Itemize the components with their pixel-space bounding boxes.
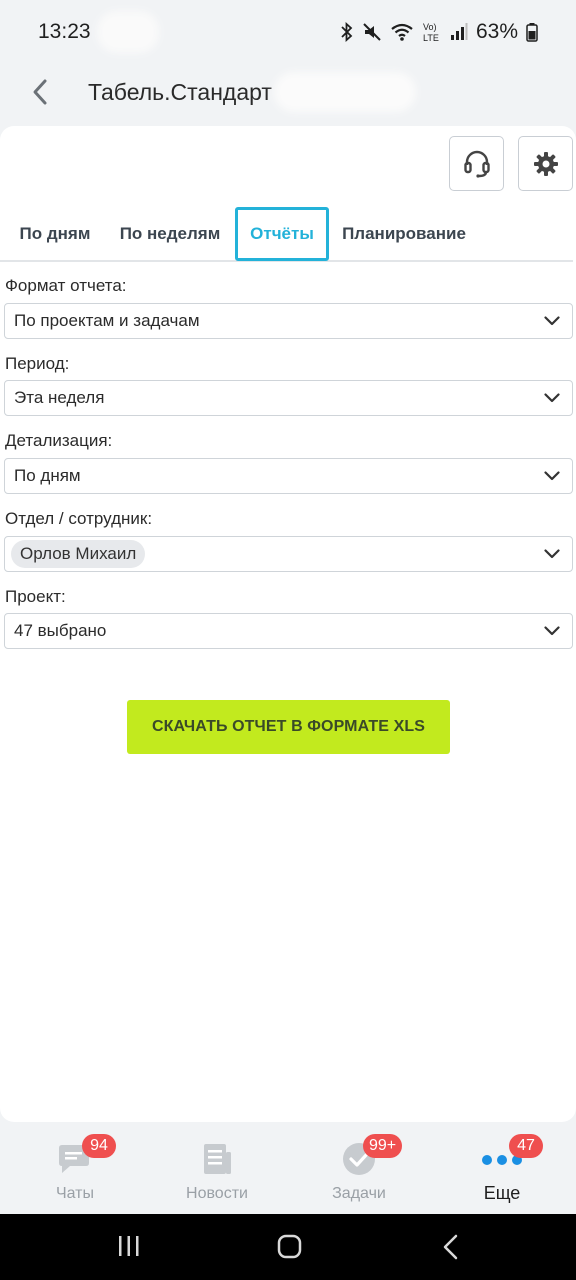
download-xls-button[interactable]: СКАЧАТЬ ОТЧЕТ В ФОРМАТЕ XLS (127, 700, 450, 754)
employee-chip[interactable]: Орлов Михаил (11, 540, 146, 568)
detail-value: По дням (14, 466, 81, 485)
period-value: Эта неделя (14, 388, 105, 407)
system-nav-bar (0, 1214, 576, 1280)
format-value: По проектам и задачам (14, 311, 200, 330)
wifi-icon (390, 22, 414, 42)
app-header: Табель.Стандарт (0, 64, 576, 120)
settings-button[interactable] (518, 136, 573, 191)
more-badge: 47 (509, 1134, 543, 1158)
format-label: Формат отчета: (5, 276, 127, 295)
status-bar: 13:23 Vo) LTE 63% (0, 0, 576, 64)
department-label: Отдел / сотрудник: (5, 509, 153, 528)
nav-label-chats: Чаты (55, 1185, 95, 1202)
tab-by-days[interactable]: По дням (8, 208, 102, 260)
chevron-down-icon (544, 549, 560, 559)
volte-icon: Vo) LTE (422, 21, 442, 43)
nav-item-tasks[interactable]: 99+ Задачи (287, 1126, 431, 1214)
home-icon[interactable] (277, 1234, 303, 1260)
nav-label-news: Новости (186, 1185, 248, 1202)
svg-text:Vo): Vo) (423, 22, 437, 32)
blurred-notification-icons (102, 17, 153, 47)
support-button[interactable] (449, 136, 504, 191)
chevron-left-icon (33, 79, 47, 105)
headset-icon (463, 150, 490, 178)
status-time: 13:23 (38, 20, 91, 43)
detail-label: Детализация: (5, 431, 113, 450)
system-back-icon[interactable] (441, 1234, 461, 1260)
tab-reports[interactable]: Отчёты (235, 207, 329, 261)
mute-icon (362, 22, 382, 42)
gear-icon (533, 151, 558, 176)
chevron-down-icon (544, 626, 560, 636)
project-label: Проект: (5, 587, 66, 606)
format-select[interactable]: По проектам и задачам (4, 303, 573, 339)
signal-icon (450, 23, 468, 41)
blurred-title-suffix (279, 78, 410, 106)
chevron-down-icon (544, 316, 560, 326)
svg-text:LTE: LTE (423, 33, 439, 43)
chevron-down-icon (544, 393, 560, 403)
nav-item-news[interactable]: Новости (145, 1126, 289, 1214)
report-tabs: По дням По неделям Отчёты Планирование (0, 206, 573, 262)
period-label: Период: (5, 354, 70, 373)
bottom-nav: 94 Чаты Новости 99+ Задачи 47 Еще (0, 1126, 576, 1214)
detail-select[interactable]: По дням (4, 458, 573, 494)
page-title: Табель.Стандарт (88, 78, 272, 105)
period-select[interactable]: Эта неделя (4, 380, 573, 416)
bluetooth-icon (340, 22, 354, 42)
chats-badge: 94 (82, 1134, 116, 1158)
battery-icon (526, 22, 538, 42)
main-card: По дням По неделям Отчёты Планирование Ф… (0, 126, 576, 1122)
project-value: 47 выбрано (14, 621, 107, 640)
tab-planning[interactable]: Планирование (339, 208, 469, 260)
battery-percent: 63% (475, 20, 518, 43)
department-select[interactable]: Орлов Михаил (4, 536, 573, 572)
back-button[interactable] (20, 72, 60, 112)
nav-item-more[interactable]: 47 Еще (430, 1126, 574, 1214)
nav-label-tasks: Задачи (332, 1185, 386, 1202)
tab-by-weeks[interactable]: По неделям (114, 208, 226, 260)
news-icon (204, 1144, 231, 1174)
recent-apps-icon[interactable] (117, 1234, 141, 1258)
tasks-badge: 99+ (363, 1134, 403, 1158)
project-select[interactable]: 47 выбрано (4, 613, 573, 649)
status-icons: Vo) LTE 63% (340, 20, 538, 44)
chevron-down-icon (544, 471, 560, 481)
nav-item-chats[interactable]: 94 Чаты (3, 1126, 147, 1214)
nav-label-more: Еще (483, 1183, 521, 1203)
